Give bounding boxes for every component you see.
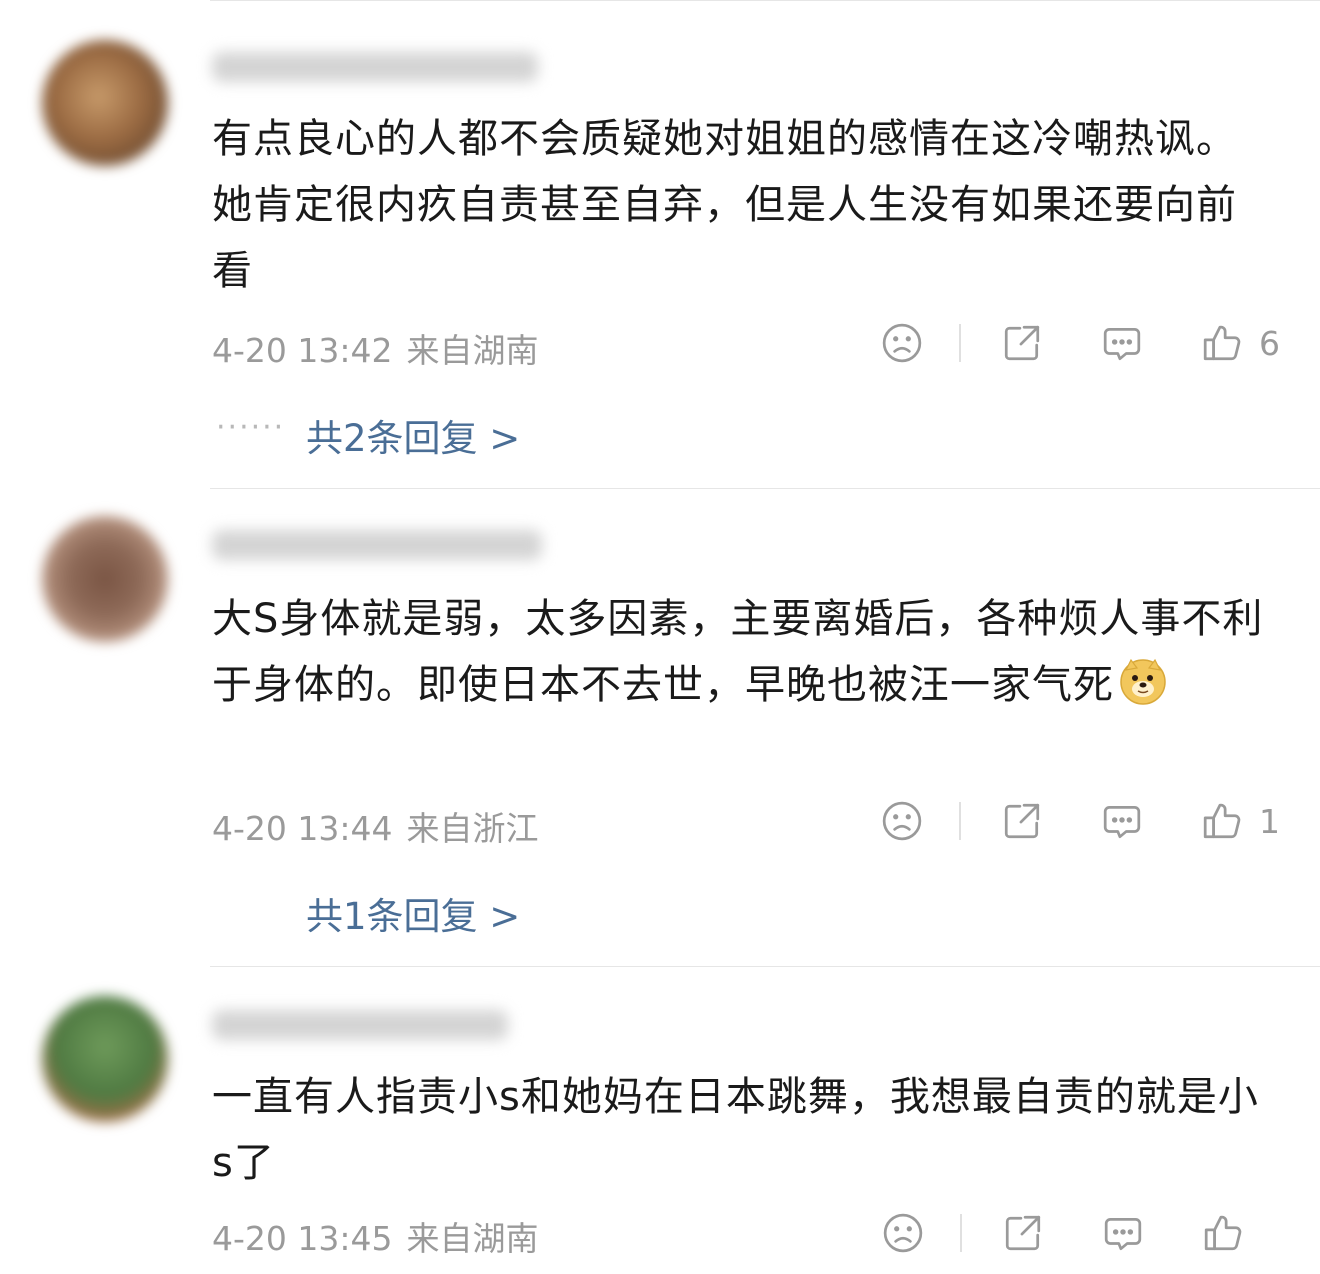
action-separator bbox=[959, 324, 961, 362]
view-replies-link[interactable]: 共2条回复 > bbox=[306, 408, 520, 462]
comment-text: 一直有人指责小s和她妈在日本跳舞，我想最自责的就是小s了 bbox=[212, 1074, 1259, 1186]
comment-icon bbox=[1103, 805, 1141, 839]
emotion-button[interactable] bbox=[881, 318, 923, 368]
comment-location: 来自湖南 bbox=[406, 1219, 539, 1258]
emotion-button[interactable] bbox=[882, 1208, 924, 1258]
like-button[interactable]: 6 bbox=[1201, 318, 1280, 368]
like-button[interactable] bbox=[1202, 1208, 1280, 1258]
sad-face-icon bbox=[882, 801, 922, 841]
share-icon bbox=[1004, 325, 1040, 361]
thumbs-up-icon bbox=[1203, 325, 1241, 361]
comment-actions: 1 bbox=[881, 796, 1280, 846]
comment-meta: 4-20 13:42 来自湖南 bbox=[212, 324, 539, 372]
share-button[interactable] bbox=[1001, 796, 1043, 846]
thumbs-up-icon bbox=[1204, 1215, 1242, 1251]
comment-icon bbox=[1103, 327, 1141, 361]
reply-dots: ······ bbox=[216, 410, 286, 445]
like-count: 1 bbox=[1259, 801, 1280, 841]
like-button[interactable]: 1 bbox=[1201, 796, 1280, 846]
reply-button[interactable] bbox=[1101, 796, 1143, 846]
emotion-button[interactable] bbox=[881, 796, 923, 846]
view-replies-link[interactable]: 共1条回复 > bbox=[306, 886, 520, 940]
thumbs-up-icon bbox=[1203, 803, 1241, 839]
share-icon bbox=[1005, 1215, 1041, 1251]
comment-time: 4-20 13:42 bbox=[212, 331, 393, 370]
reply-button[interactable] bbox=[1102, 1208, 1144, 1258]
comment-divider bbox=[210, 488, 1320, 489]
comment-location: 来自浙江 bbox=[406, 809, 539, 848]
comment-actions bbox=[882, 1208, 1280, 1258]
avatar[interactable] bbox=[42, 516, 168, 642]
comment-time: 4-20 13:45 bbox=[212, 1219, 393, 1258]
comment-location: 来自湖南 bbox=[406, 331, 539, 370]
comment-divider bbox=[210, 966, 1320, 967]
share-button[interactable] bbox=[1001, 318, 1043, 368]
comment-time: 4-20 13:44 bbox=[212, 809, 393, 848]
comment-icon bbox=[1104, 1217, 1142, 1251]
username-blurred[interactable] bbox=[212, 530, 542, 560]
share-icon bbox=[1004, 803, 1040, 839]
share-button[interactable] bbox=[1002, 1208, 1044, 1258]
comment-text: 有点良心的人都不会质疑她对姐姐的感情在这冷嘲热讽。她肯定很内疚自责甚至自弃，但是… bbox=[212, 116, 1237, 294]
action-separator bbox=[959, 802, 961, 840]
like-count: 6 bbox=[1259, 323, 1280, 363]
sad-face-icon bbox=[883, 1213, 923, 1253]
comment-meta: 4-20 13:45 来自湖南 bbox=[212, 1212, 539, 1260]
avatar[interactable] bbox=[42, 40, 168, 166]
username-blurred[interactable] bbox=[212, 52, 538, 82]
comment-actions: 6 bbox=[881, 318, 1280, 368]
doge-emoji-icon bbox=[1120, 658, 1166, 705]
reply-button[interactable] bbox=[1101, 318, 1143, 368]
comment-text-content: 大S身体就是弱，太多因素，主要离婚后，各种烦人事不利于身体的。即使日本不去世，早… bbox=[212, 596, 1264, 708]
comment-meta: 4-20 13:44 来自浙江 bbox=[212, 802, 539, 850]
sad-face-icon bbox=[882, 323, 922, 363]
comment-text: 大S身体就是弱，太多因素，主要离婚后，各种烦人事不利于身体的。即使日本不去世，早… bbox=[212, 586, 1272, 718]
avatar[interactable] bbox=[42, 996, 168, 1122]
top-divider bbox=[210, 0, 1320, 1]
username-blurred[interactable] bbox=[212, 1010, 508, 1040]
action-separator bbox=[960, 1214, 962, 1252]
